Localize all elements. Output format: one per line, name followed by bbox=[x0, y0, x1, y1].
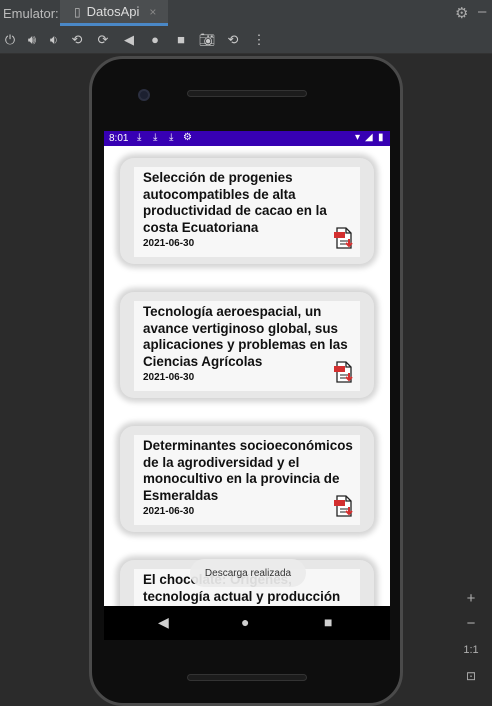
article-date: 2021-06-30 bbox=[143, 372, 195, 383]
settings-gear-icon[interactable]: ⚙ bbox=[455, 4, 468, 22]
status-bar: 8:01 ⤓ ⤓ ⤓ ⚙ ▾ ◢ ▮ bbox=[104, 131, 390, 146]
home-icon[interactable]: ● bbox=[146, 31, 164, 49]
emulator-toolbar: ⏻ 🔊︎ 🔉︎ ⟲ ⟳ ◀ ● ■ 📷︎ ⟲ ⋮ bbox=[0, 26, 492, 54]
emulator-title-bar: Emulator: ▯ DatosApi × ⚙ – bbox=[0, 0, 492, 26]
article-card-body: Determinantes socioeconómicos de la agro… bbox=[134, 435, 360, 525]
power-icon[interactable]: ⏻ bbox=[1, 31, 19, 49]
zoom-1to1-button[interactable]: 1:1 bbox=[460, 644, 482, 656]
article-card-body: Tecnología aeroespacial, un avance verti… bbox=[134, 301, 360, 391]
fit-screen-icon[interactable]: ⊡ bbox=[460, 669, 482, 683]
download-icon: ⤓ bbox=[169, 132, 174, 143]
phone-screen: 8:01 ⤓ ⤓ ⤓ ⚙ ▾ ◢ ▮ Selección de progenie… bbox=[104, 131, 390, 606]
article-title: Selección de progenies autocompatibles d… bbox=[143, 170, 327, 235]
article-card[interactable]: Selección de progenies autocompatibles d… bbox=[120, 158, 374, 264]
article-card-body: Selección de progenies autocompatibles d… bbox=[134, 167, 360, 257]
wifi-icon: ▾ bbox=[355, 132, 361, 143]
zoom-out-button[interactable]: − bbox=[460, 615, 482, 632]
article-card[interactable]: Tecnología aeroespacial, un avance verti… bbox=[120, 292, 374, 398]
pdf-download-icon[interactable] bbox=[333, 361, 355, 383]
rotate-left-icon[interactable]: ⟲ bbox=[68, 31, 86, 49]
tab-label: DatosApi bbox=[86, 4, 140, 19]
rotate-right-icon[interactable]: ⟳ bbox=[94, 31, 112, 49]
volume-down-icon[interactable]: 🔉︎ bbox=[45, 31, 63, 49]
front-camera bbox=[138, 89, 150, 101]
minimize-icon[interactable]: – bbox=[478, 3, 486, 20]
article-title: Determinantes socioeconómicos de la agro… bbox=[143, 438, 353, 503]
article-card[interactable]: Determinantes socioeconómicos de la agro… bbox=[120, 426, 374, 532]
download-icon: ⤓ bbox=[137, 132, 142, 143]
signal-icon: ◢ bbox=[365, 132, 373, 143]
camera-icon[interactable]: 📷︎ bbox=[198, 31, 216, 49]
tab-datosapi[interactable]: ▯ DatosApi × bbox=[60, 0, 168, 26]
snapshot-icon[interactable]: ⟲ bbox=[224, 31, 242, 49]
overview-icon[interactable]: ■ bbox=[172, 31, 190, 49]
download-toast: Descarga realizada bbox=[190, 559, 306, 587]
zoom-in-button[interactable]: + bbox=[460, 590, 482, 607]
article-date: 2021-06-30 bbox=[143, 506, 195, 517]
more-icon[interactable]: ⋮ bbox=[250, 31, 268, 49]
settings-icon: ⚙ bbox=[183, 132, 192, 143]
emulator-label: Emulator: bbox=[3, 6, 59, 21]
android-nav-bar: ◀ ● ■ bbox=[104, 606, 390, 640]
device-icon: ▯ bbox=[74, 4, 81, 19]
bottom-speaker bbox=[187, 674, 307, 681]
battery-icon: ▮ bbox=[378, 132, 384, 143]
article-title: Tecnología aeroespacial, un avance verti… bbox=[143, 304, 348, 369]
nav-home-icon[interactable]: ● bbox=[241, 614, 249, 630]
volume-up-icon[interactable]: 🔊︎ bbox=[23, 31, 41, 49]
back-icon[interactable]: ◀ bbox=[120, 31, 138, 49]
article-date: 2021-06-30 bbox=[143, 238, 195, 249]
download-icon: ⤓ bbox=[153, 132, 158, 143]
nav-overview-icon[interactable]: ■ bbox=[324, 614, 332, 630]
pdf-download-icon[interactable] bbox=[333, 495, 355, 517]
tab-close-icon[interactable]: × bbox=[149, 5, 156, 19]
pdf-download-icon[interactable] bbox=[333, 227, 355, 249]
status-time: 8:01 bbox=[109, 133, 129, 144]
nav-back-icon[interactable]: ◀ bbox=[158, 614, 169, 631]
earpiece-speaker bbox=[187, 90, 307, 97]
